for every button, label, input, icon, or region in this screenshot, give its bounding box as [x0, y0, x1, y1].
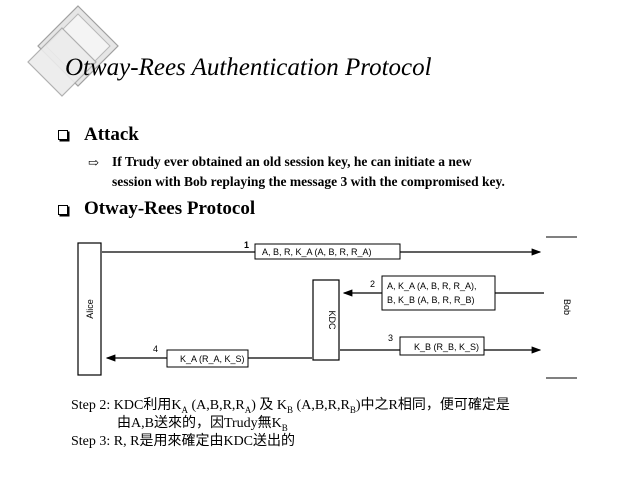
message-2-line-1: A, K_A (A, B, R, R_A),	[387, 281, 477, 291]
bob-label: Bob	[562, 299, 572, 315]
message-1-content: A, B, R, K_A (A, B, R, R_A)	[262, 247, 372, 257]
step-3-note: Step 3: R, R是用來確定由KDC送出的	[71, 434, 296, 449]
message-4-number: 4	[153, 344, 158, 354]
message-1-number: 1	[244, 240, 249, 250]
alice-label: Alice	[85, 299, 95, 319]
kdc-label: KDC	[327, 310, 337, 330]
message-3-content: K_B (R_B, K_S)	[414, 342, 479, 352]
message-3-number: 3	[388, 333, 393, 343]
message-2-number: 2	[370, 279, 375, 289]
message-2-line-2: B, K_B (A, B, R, R_B)	[387, 295, 475, 305]
message-4-content: K_A (R_A, K_S)	[180, 354, 245, 364]
